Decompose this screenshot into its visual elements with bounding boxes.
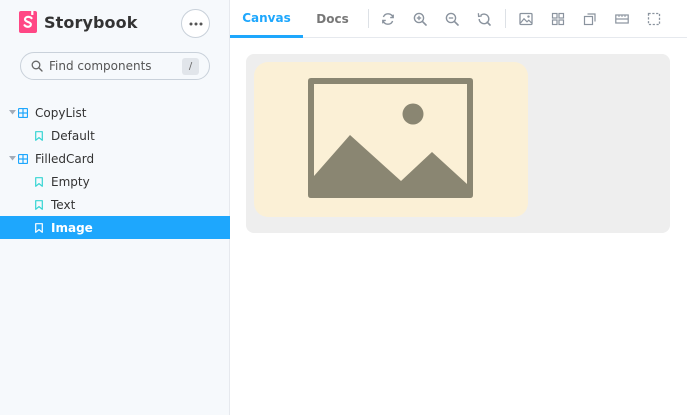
zoom-out-icon: [445, 12, 459, 26]
bookmark-icon: [35, 199, 45, 210]
tree-story-default[interactable]: Default: [0, 124, 230, 147]
tree-component-copylist[interactable]: CopyList: [0, 101, 230, 124]
search-icon: [31, 60, 43, 72]
bookmark-icon: [35, 222, 45, 233]
outline-button[interactable]: [645, 10, 663, 28]
tree-story-label: Default: [51, 128, 95, 143]
grid-button[interactable]: [549, 10, 567, 28]
tree-story-label: Image: [51, 220, 93, 235]
chevron-down-icon: [8, 156, 16, 161]
grid-icon: [551, 12, 565, 26]
component-tree: CopyList Default FilledCard Empty Text I…: [0, 101, 230, 239]
zoom-reset-icon: [477, 13, 491, 26]
tree-story-image[interactable]: Image: [0, 216, 230, 239]
zoom-in-icon: [413, 12, 427, 26]
tree-story-text[interactable]: Text: [0, 193, 230, 216]
tree-story-label: Text: [51, 197, 76, 212]
search-input[interactable]: [49, 59, 169, 73]
tree-story-label: Empty: [51, 174, 90, 189]
background-button[interactable]: [517, 10, 535, 28]
story-canvas: [246, 54, 670, 233]
search-shortcut-key: /: [182, 58, 199, 75]
tree-component-label: CopyList: [35, 105, 87, 120]
component-icon: [18, 107, 32, 118]
measure-button[interactable]: [613, 10, 631, 28]
toolbar-divider: [505, 9, 506, 28]
toolbar-divider: [368, 9, 369, 28]
zoom-in-button[interactable]: [411, 10, 429, 28]
outline-icon: [647, 12, 661, 26]
sidebar: Storybook / CopyList Default: [0, 0, 230, 415]
chevron-down-icon: [8, 110, 16, 115]
tab-docs[interactable]: Docs: [308, 0, 357, 38]
brand[interactable]: Storybook: [19, 9, 137, 35]
preview-panel: Canvas Docs: [230, 0, 687, 415]
filled-card: [254, 62, 528, 217]
tree-story-empty[interactable]: Empty: [0, 170, 230, 193]
tree-component-filledcard[interactable]: FilledCard: [0, 147, 230, 170]
tree-component-label: FilledCard: [35, 151, 95, 166]
storybook-logo-icon: [19, 11, 37, 33]
viewport-button[interactable]: [581, 10, 599, 28]
sidebar-menu-button[interactable]: [181, 9, 210, 38]
component-icon: [18, 153, 32, 164]
search-box[interactable]: /: [20, 52, 210, 80]
bookmark-icon: [35, 176, 45, 187]
bookmark-icon: [35, 130, 45, 141]
tab-canvas[interactable]: Canvas: [230, 0, 303, 38]
background-icon: [519, 12, 533, 26]
measure-icon: [615, 14, 629, 24]
refresh-icon: [382, 13, 394, 25]
app-title: Storybook: [44, 12, 138, 32]
image-placeholder-icon: [308, 78, 473, 198]
refresh-button[interactable]: [379, 10, 397, 28]
ellipsis-icon: [189, 22, 202, 25]
toolbar: Canvas Docs: [230, 0, 687, 38]
zoom-reset-button[interactable]: [475, 10, 493, 28]
zoom-out-button[interactable]: [443, 10, 461, 28]
viewport-icon: [583, 13, 596, 26]
